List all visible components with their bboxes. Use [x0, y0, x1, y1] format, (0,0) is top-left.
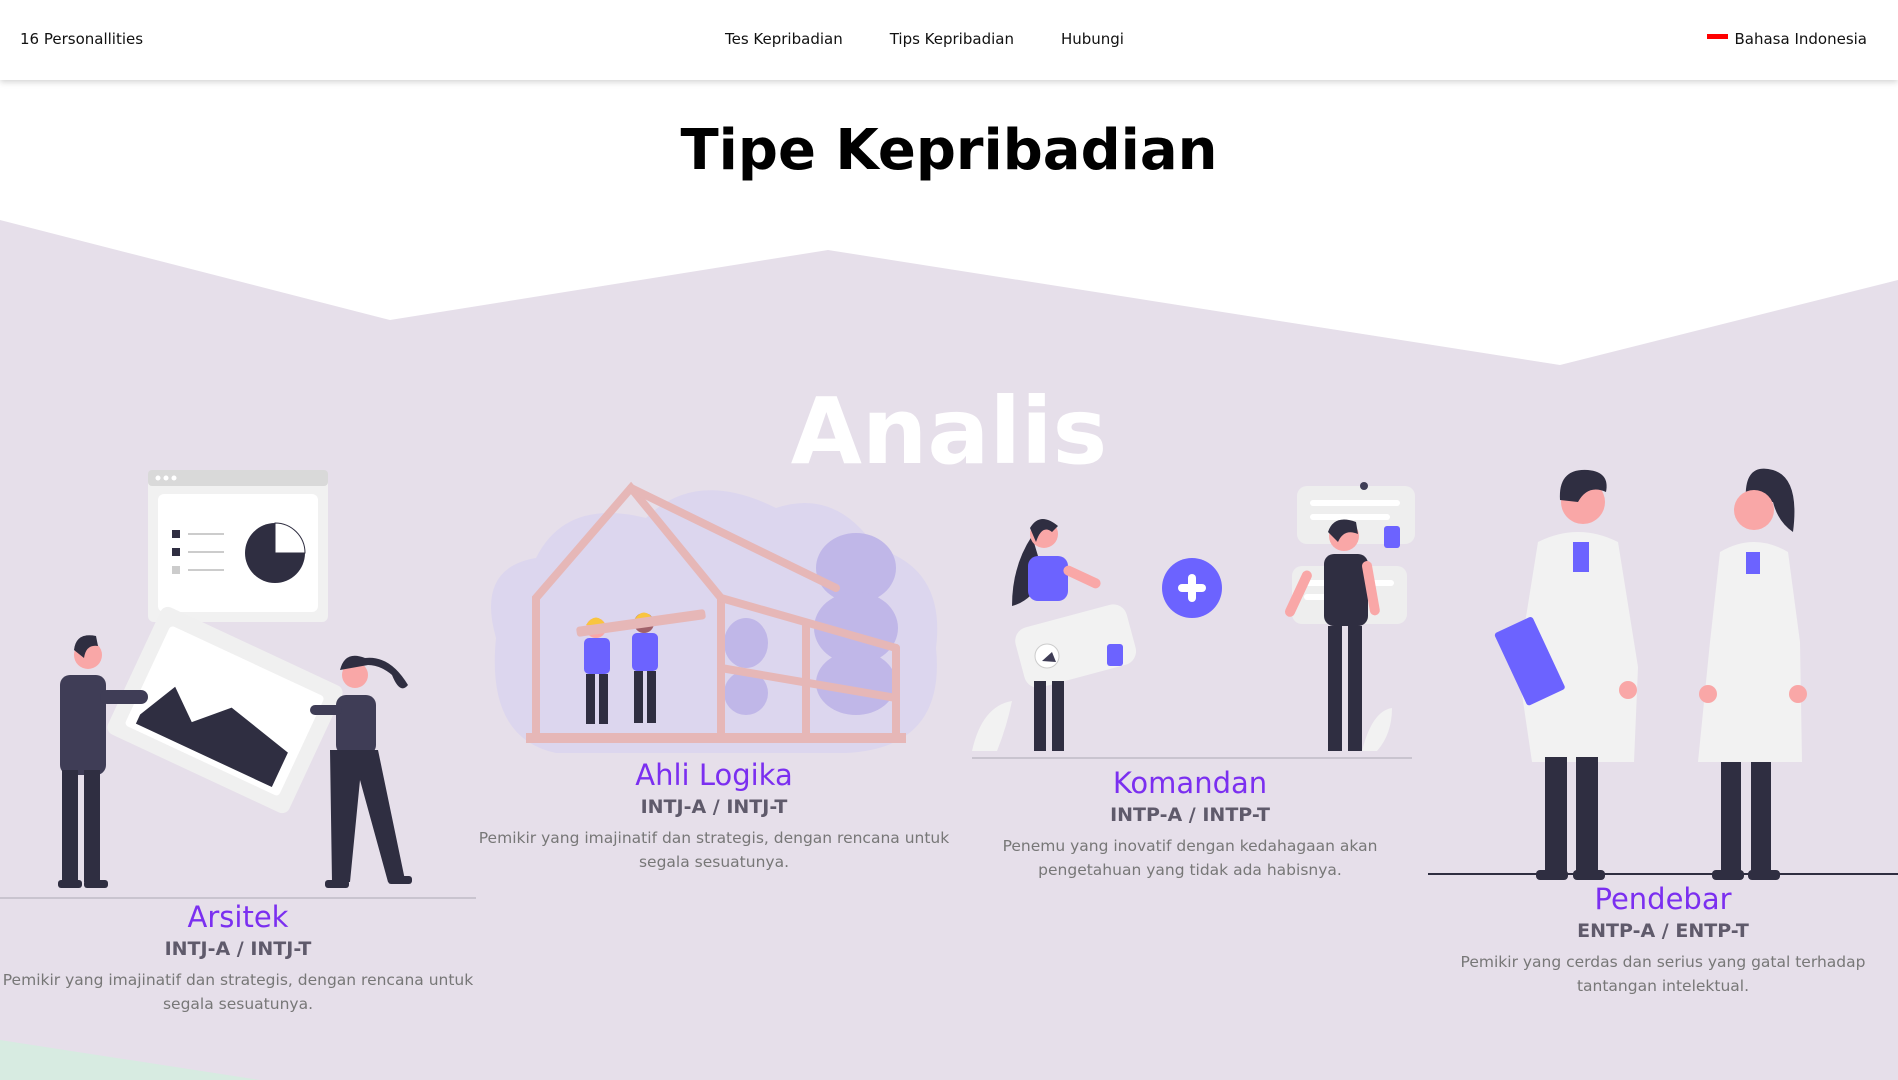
- language-label: Bahasa Indonesia: [1734, 30, 1868, 48]
- card-description: Pemikir yang cerdas dan serius yang gata…: [1460, 953, 1866, 995]
- nav-tips-kepribadian[interactable]: Tips Kepribadian: [890, 30, 1014, 48]
- card-description: Pemikir yang imajinatif dan strategis, d…: [478, 829, 950, 871]
- card-description: Pemikir yang imajinatif dan strategis, d…: [2, 971, 474, 1013]
- personality-card-ahli-logika[interactable]: Ahli Logika INTJ-A / INTJ-T Pemikir yang…: [476, 478, 952, 874]
- card-title: Ahli Logika: [635, 758, 793, 792]
- debater-illustration: [1428, 468, 1898, 880]
- card-title: Komandan: [1112, 766, 1268, 800]
- nav-hubungi[interactable]: Hubungi: [1061, 30, 1124, 48]
- card-title: Arsitek: [187, 900, 289, 934]
- card-code: INTJ-A / INTJ-T: [164, 938, 312, 960]
- brand-link[interactable]: 16 Personallities: [20, 30, 143, 48]
- top-navbar: 16 Personallities Tes Kepribadian Tips K…: [0, 0, 1898, 80]
- page-title: Tipe Kepribadian: [680, 118, 1218, 183]
- main-nav: Tes Kepribadian Tips Kepribadian Hubungi: [725, 30, 1171, 48]
- indonesia-flag-icon: [1706, 34, 1728, 44]
- commander-illustration: [972, 482, 1415, 759]
- architect-illustration: [0, 470, 476, 899]
- card-code: ENTP-A / ENTP-T: [1577, 920, 1749, 942]
- card-code: INTJ-A / INTJ-T: [640, 796, 788, 818]
- language-selector[interactable]: Bahasa Indonesia: [1706, 30, 1868, 48]
- card-title: Pendebar: [1594, 882, 1732, 916]
- logician-illustration: [491, 481, 938, 753]
- card-code: INTP-A / INTP-T: [1110, 804, 1270, 826]
- personality-card-arsitek[interactable]: Arsitek INTJ-A / INTJ-T Pemikir yang ima…: [0, 460, 476, 1016]
- nav-tes-kepribadian[interactable]: Tes Kepribadian: [725, 30, 843, 48]
- personality-card-komandan[interactable]: Komandan INTP-A / INTP-T Penemu yang ino…: [952, 476, 1428, 882]
- personality-card-pendebar[interactable]: Pendebar ENTP-A / ENTP-T Pemikir yang ce…: [1428, 462, 1898, 998]
- card-description: Penemu yang inovatif dengan kedahagaan a…: [1002, 837, 1378, 879]
